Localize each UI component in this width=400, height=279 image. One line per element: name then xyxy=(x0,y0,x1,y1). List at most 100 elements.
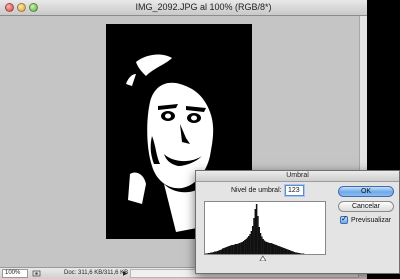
status-icon[interactable] xyxy=(32,269,41,278)
histogram-bar xyxy=(218,250,220,254)
histogram-bar xyxy=(275,245,277,254)
histogram-bar xyxy=(219,250,221,254)
histogram-bar xyxy=(283,248,285,254)
histogram-bar xyxy=(289,250,292,254)
threshold-slider[interactable] xyxy=(204,255,326,261)
histogram-bar xyxy=(257,216,259,254)
histogram-bar xyxy=(259,233,262,254)
histogram-bar xyxy=(210,252,212,254)
histogram-bar xyxy=(227,246,229,254)
threshold-dialog: Umbral Nivel de umbral: OK Cancelar ✓ Pr… xyxy=(195,170,400,274)
histogram-bar xyxy=(279,246,281,254)
histogram-bar xyxy=(278,246,280,254)
histogram-bar xyxy=(261,236,263,254)
minimize-icon[interactable] xyxy=(17,3,26,12)
histogram-bar xyxy=(285,249,288,254)
histogram-bar xyxy=(242,241,245,254)
histogram-bar xyxy=(287,249,289,254)
histogram-bar xyxy=(244,240,246,254)
zoom-level-field[interactable]: 100% xyxy=(2,269,28,278)
histogram-bar xyxy=(268,243,271,254)
histogram-bar xyxy=(231,245,233,254)
histogram-chart xyxy=(205,204,305,254)
histogram-bar xyxy=(215,251,217,254)
histogram-bar xyxy=(214,251,216,254)
histogram-bar xyxy=(216,251,219,254)
histogram-bar xyxy=(237,243,240,254)
histogram-bar xyxy=(236,244,238,254)
histogram-bar xyxy=(300,253,302,254)
histogram-bar xyxy=(221,248,224,254)
histogram-bar xyxy=(212,252,215,254)
histogram-bar xyxy=(291,251,293,254)
histogram-bar xyxy=(251,226,254,254)
histogram-bar xyxy=(295,252,297,254)
histogram-bar xyxy=(220,249,223,254)
cancel-button[interactable]: Cancelar xyxy=(338,201,394,212)
threshold-slider-handle[interactable] xyxy=(259,255,267,261)
histogram-bar xyxy=(297,253,300,254)
checkmark-icon: ✓ xyxy=(341,214,348,223)
window-titlebar[interactable]: IMG_2092.JPG al 100% (RGB/8*) xyxy=(0,0,367,16)
histogram-bar xyxy=(271,243,274,254)
histogram-bar xyxy=(229,245,232,254)
histogram-bar xyxy=(255,204,258,254)
preview-checkbox[interactable]: ✓ xyxy=(340,214,348,224)
histogram-bar xyxy=(296,252,298,254)
dialog-title: Umbral xyxy=(286,172,309,179)
histogram-bar xyxy=(241,242,244,254)
histogram-bar xyxy=(233,244,236,254)
window-title: IMG_2092.JPG al 100% (RGB/8*) xyxy=(135,2,272,12)
zoom-icon[interactable] xyxy=(29,3,38,12)
histogram-bar xyxy=(302,253,305,254)
histogram xyxy=(204,201,326,255)
threshold-level-input[interactable] xyxy=(285,185,304,196)
histogram-bar xyxy=(232,245,234,254)
histogram-bar xyxy=(224,247,227,254)
histogram-bar xyxy=(249,234,251,254)
histogram-bar xyxy=(280,247,283,254)
histogram-bar xyxy=(208,253,211,254)
histogram-bar xyxy=(211,252,214,254)
histogram-bar xyxy=(265,241,267,254)
preview-option[interactable]: ✓ Previsualizar xyxy=(340,214,392,224)
histogram-bar xyxy=(253,218,255,254)
histogram-bar xyxy=(266,242,268,254)
histogram-bar xyxy=(284,248,287,254)
histogram-bar xyxy=(270,243,272,254)
histogram-bar xyxy=(301,253,304,254)
histogram-bar xyxy=(206,253,208,254)
threshold-level-label: Nivel de umbral: xyxy=(231,187,282,194)
histogram-bar xyxy=(272,244,275,254)
histogram-bar xyxy=(238,243,241,254)
histogram-bar xyxy=(245,239,247,254)
histogram-bar xyxy=(281,247,284,254)
status-menu-arrow[interactable]: ▶ xyxy=(123,270,128,277)
histogram-bar xyxy=(250,231,253,254)
ok-button[interactable]: OK xyxy=(338,186,394,197)
histogram-bar xyxy=(207,253,210,254)
histogram-bar xyxy=(248,236,250,254)
histogram-bar xyxy=(225,247,228,254)
histogram-bar xyxy=(288,250,290,254)
histogram-bar xyxy=(298,253,301,254)
histogram-bar xyxy=(274,244,276,254)
document-info: Doc: 311,6 KB/311,6 KB xyxy=(64,270,129,276)
histogram-bar xyxy=(276,245,279,254)
histogram-bar xyxy=(267,242,270,254)
histogram-bar xyxy=(293,252,296,254)
histogram-bar xyxy=(254,209,257,254)
histogram-bar xyxy=(263,240,266,254)
close-icon[interactable] xyxy=(5,3,14,12)
histogram-bar xyxy=(240,242,242,254)
histogram-bar xyxy=(246,237,249,254)
dialog-titlebar[interactable]: Umbral xyxy=(196,171,399,182)
histogram-bar xyxy=(292,251,294,254)
histogram-bar xyxy=(235,244,237,254)
histogram-bar xyxy=(258,227,260,254)
preview-label: Previsualizar xyxy=(351,216,392,224)
histogram-bar xyxy=(223,248,225,254)
histogram-bar xyxy=(205,253,207,254)
histogram-bar xyxy=(262,239,264,254)
histogram-bar xyxy=(228,246,230,254)
